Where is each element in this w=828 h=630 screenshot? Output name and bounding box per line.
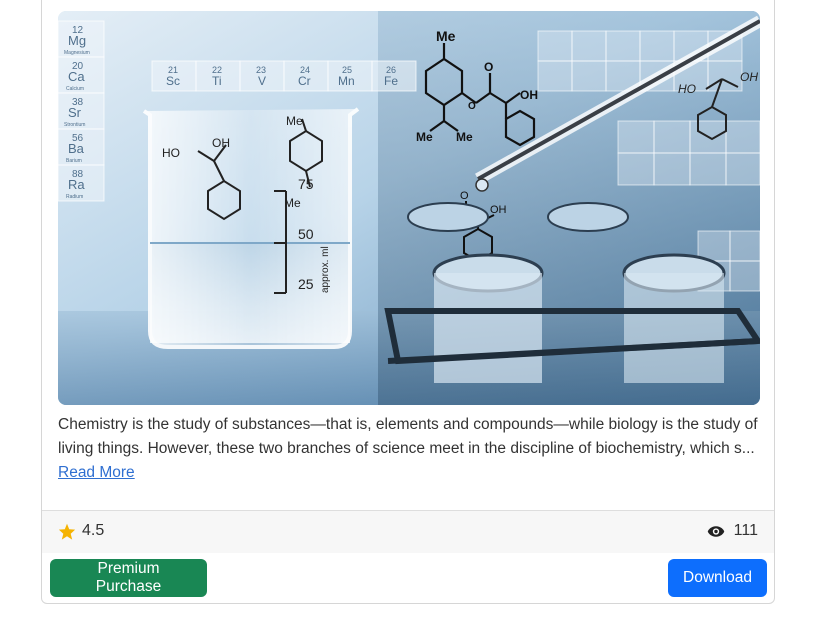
molecule-label-oh: OH (212, 136, 230, 150)
pt-ba-name: Barium (66, 158, 82, 164)
pt-ti-symbol: Ti (212, 74, 222, 88)
molecule-label-ho: HO (162, 146, 180, 160)
stats-bar: 4.5 111 (42, 510, 774, 553)
molecule-top-oh: OH (520, 88, 538, 102)
pt-cr-symbol: Cr (298, 74, 311, 88)
star-icon (58, 523, 76, 540)
pt-sr-symbol: Sr (68, 105, 82, 120)
rating-value: 4.5 (82, 522, 105, 539)
card-image: 12 Mg Magnesium 20 Ca Calcium 38 Sr Stro… (58, 11, 760, 405)
molecule-mid-o: O (460, 190, 469, 202)
beaker-mark-75: 75 (298, 176, 314, 192)
molecule-top-me-left: Me (416, 130, 433, 144)
pt-fe-symbol: Fe (384, 74, 398, 88)
molecule-right-oh: OH (740, 70, 758, 84)
beaker-approx-label: approx. ml (320, 246, 331, 293)
pt-ca-name: Calcium (66, 86, 84, 92)
molecule-right-ho: HO (678, 82, 696, 96)
download-button[interactable]: Download (668, 559, 767, 597)
pt-ba-symbol: Ba (68, 141, 85, 156)
pt-v-symbol: V (258, 74, 266, 88)
pt-mg-symbol: Mg (68, 33, 86, 48)
beaker-mark-25: 25 (298, 276, 314, 292)
pt-sr-name: Strontium (64, 122, 85, 128)
beaker-mark-50: 50 (298, 226, 314, 242)
read-more-link[interactable]: Read More (58, 464, 135, 481)
chemistry-illustration: 12 Mg Magnesium 20 Ca Calcium 38 Sr Stro… (58, 11, 760, 405)
beaker-icon: 75 50 25 approx. ml (142, 107, 360, 349)
pt-ca-symbol: Ca (68, 69, 85, 84)
pt-mn-symbol: Mn (338, 74, 355, 88)
views-value: 111 (733, 522, 758, 539)
pt-ra-symbol: Ra (68, 177, 85, 192)
molecule-label-me-2: Me (284, 196, 301, 210)
view-count: 111 (707, 522, 758, 540)
rating: 4.5 (58, 522, 104, 540)
pt-sc-symbol: Sc (166, 74, 180, 88)
eye-icon (707, 525, 724, 537)
pt-mg-name: Magnesium (64, 50, 90, 56)
pt-ra-name: Radium (66, 194, 83, 200)
molecule-top-o: O (484, 60, 493, 74)
description-text: Chemistry is the study of substances—tha… (58, 415, 758, 457)
molecule-label-me: Me (286, 114, 303, 128)
premium-purchase-button[interactable]: Premium Purchase (50, 559, 207, 597)
molecule-mid-oh: OH (490, 204, 507, 216)
molecule-top-me: Me (436, 28, 456, 44)
product-card: 12 Mg Magnesium 20 Ca Calcium 38 Sr Stro… (41, 0, 775, 604)
molecule-top-o-2: O (468, 101, 476, 112)
molecule-top-me-right: Me (456, 130, 473, 144)
card-description: Chemistry is the study of substances—tha… (58, 413, 764, 485)
